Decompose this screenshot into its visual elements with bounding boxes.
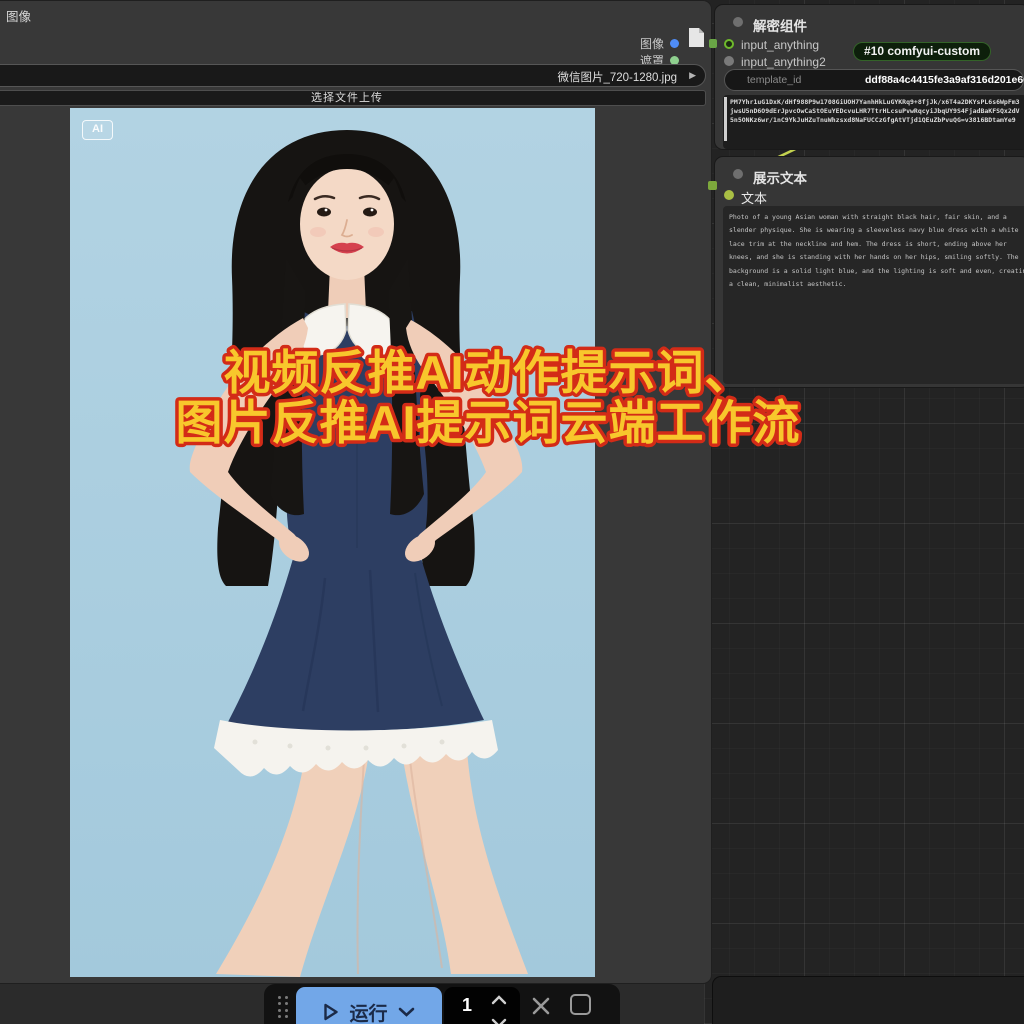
- upload-file-button[interactable]: 选择文件上传: [0, 90, 706, 106]
- drag-handle[interactable]: [276, 994, 290, 1020]
- text-link-nub[interactable]: [708, 181, 717, 190]
- document-icon[interactable]: [688, 27, 705, 48]
- node-collapse-dot[interactable]: [733, 169, 743, 179]
- prompt-result-text[interactable]: Photo of a young Asian woman with straig…: [723, 206, 1024, 384]
- decrypt-node[interactable]: 解密组件 input_anything input_anything2 temp…: [714, 4, 1024, 150]
- text-input-label: 文本: [741, 188, 767, 207]
- clear-queue-icon[interactable]: [530, 995, 552, 1017]
- queue-count-panel: 1: [444, 987, 520, 1024]
- encrypted-textarea[interactable]: PM7Yhr1uG1DxK/dHf988P9w1708GiUOH7YanhHkL…: [723, 95, 1024, 149]
- node-collapse-dot[interactable]: [733, 17, 743, 27]
- filename-value: 微信图片_720-1280.jpg: [557, 69, 677, 85]
- run-button[interactable]: 运行: [296, 987, 442, 1024]
- encrypted-text: PM7Yhr1uG1DxK/dHf988P9w1708GiUOH7YanhHkL…: [730, 98, 1020, 125]
- image-preview[interactable]: AI: [70, 108, 595, 977]
- cutoff-node-bottom[interactable]: [712, 976, 1024, 1024]
- increment-icon[interactable]: [490, 994, 508, 1006]
- display-node-title: 展示文本: [753, 167, 807, 187]
- input-anything2-dot[interactable]: [724, 56, 734, 66]
- load-image-node-title: 图像: [6, 6, 31, 25]
- ai-watermark-badge: AI: [82, 120, 113, 140]
- input-link-nub[interactable]: [709, 39, 717, 48]
- filename-widget[interactable]: 微信图片_720-1280.jpg ▶: [0, 64, 706, 87]
- next-file-arrow-icon[interactable]: ▶: [689, 70, 696, 81]
- decrypt-node-title: 解密组件: [753, 15, 807, 35]
- input-anything-label: input_anything: [741, 38, 819, 52]
- input-anything-dot[interactable]: [724, 39, 734, 49]
- template-id-widget[interactable]: template_id ddf88a4c4415fe3a9af316d201e6…: [724, 69, 1024, 91]
- node-id-badge: #10 comfyui-custom: [853, 42, 991, 61]
- canvas-grid[interactable]: [704, 0, 1024, 1024]
- template-id-value: ddf88a4c4415fe3a9af316d201e66b: [865, 74, 1024, 86]
- display-text-node[interactable]: 展示文本 文本 Photo of a young Asian woman wit…: [714, 156, 1024, 388]
- textarea-scrollbar[interactable]: [724, 97, 727, 141]
- template-id-label: template_id: [747, 74, 801, 86]
- queue-count-value: 1: [462, 995, 472, 1016]
- decrement-icon[interactable]: [490, 1017, 508, 1024]
- run-button-label: 运行: [349, 999, 387, 1024]
- input-anything2-label: input_anything2: [741, 55, 826, 69]
- output-image-label: 图像: [640, 35, 664, 52]
- output-row-image: 图像: [640, 35, 679, 52]
- play-icon: [323, 1003, 339, 1021]
- queue-toolbar: 运行 1: [264, 984, 620, 1024]
- output-image-dot[interactable]: [670, 39, 679, 48]
- comfyui-canvas: 图像 图像 遮罩 微信图片_720-1280.jpg ▶ 选择文件上传: [0, 0, 1024, 1024]
- stop-icon[interactable]: [570, 994, 591, 1015]
- photo-figure: [70, 108, 595, 977]
- text-input-dot[interactable]: [724, 190, 734, 200]
- chevron-down-icon[interactable]: [398, 1007, 415, 1017]
